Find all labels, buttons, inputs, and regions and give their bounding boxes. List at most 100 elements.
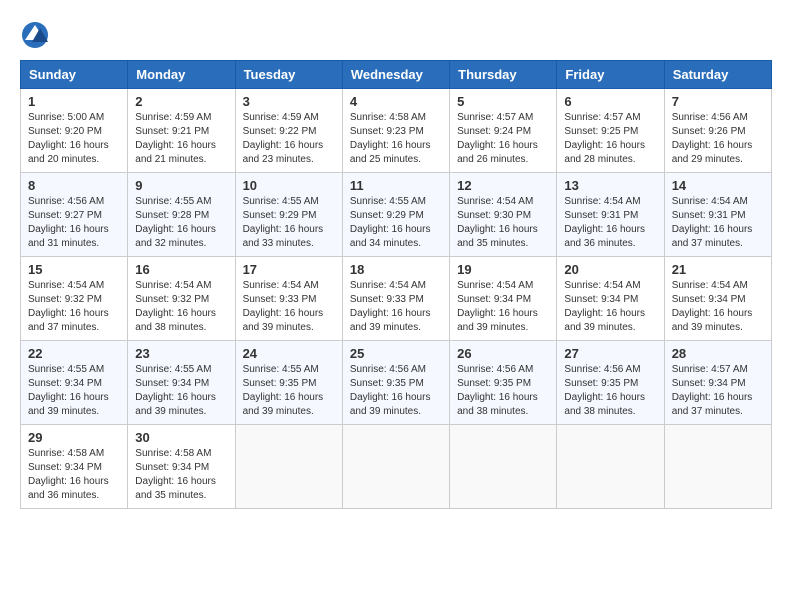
day-number: 10: [243, 178, 335, 193]
calendar-empty-cell: [664, 425, 771, 509]
day-info: Sunrise: 4:55 AM Sunset: 9:28 PM Dayligh…: [135, 195, 227, 251]
day-number: 17: [243, 262, 335, 277]
calendar-empty-cell: [235, 425, 342, 509]
day-info: Sunrise: 4:54 AM Sunset: 9:34 PM Dayligh…: [564, 279, 656, 335]
header-sunday: Sunday: [21, 61, 128, 89]
day-number: 21: [672, 262, 764, 277]
calendar-day-cell: 13 Sunrise: 4:54 AM Sunset: 9:31 PM Dayli…: [557, 173, 664, 257]
day-number: 8: [28, 178, 120, 193]
day-number: 6: [564, 94, 656, 109]
day-number: 19: [457, 262, 549, 277]
day-number: 2: [135, 94, 227, 109]
day-number: 15: [28, 262, 120, 277]
day-info: Sunrise: 4:54 AM Sunset: 9:33 PM Dayligh…: [350, 279, 442, 335]
day-info: Sunrise: 4:58 AM Sunset: 9:34 PM Dayligh…: [135, 447, 227, 503]
header-thursday: Thursday: [450, 61, 557, 89]
day-number: 22: [28, 346, 120, 361]
day-number: 5: [457, 94, 549, 109]
day-info: Sunrise: 4:54 AM Sunset: 9:31 PM Dayligh…: [564, 195, 656, 251]
day-info: Sunrise: 4:59 AM Sunset: 9:22 PM Dayligh…: [243, 111, 335, 167]
header-wednesday: Wednesday: [342, 61, 449, 89]
day-info: Sunrise: 4:55 AM Sunset: 9:34 PM Dayligh…: [28, 363, 120, 419]
day-number: 27: [564, 346, 656, 361]
day-number: 12: [457, 178, 549, 193]
calendar-day-cell: 29 Sunrise: 4:58 AM Sunset: 9:34 PM Dayli…: [21, 425, 128, 509]
day-number: 9: [135, 178, 227, 193]
day-number: 1: [28, 94, 120, 109]
calendar-day-cell: 1 Sunrise: 5:00 AM Sunset: 9:20 PM Daylig…: [21, 89, 128, 173]
day-info: Sunrise: 4:54 AM Sunset: 9:34 PM Dayligh…: [672, 279, 764, 335]
calendar-week-row: 29 Sunrise: 4:58 AM Sunset: 9:34 PM Dayli…: [21, 425, 772, 509]
day-number: 13: [564, 178, 656, 193]
day-info: Sunrise: 4:55 AM Sunset: 9:34 PM Dayligh…: [135, 363, 227, 419]
day-number: 11: [350, 178, 442, 193]
calendar-week-row: 8 Sunrise: 4:56 AM Sunset: 9:27 PM Daylig…: [21, 173, 772, 257]
day-number: 7: [672, 94, 764, 109]
calendar-day-cell: 14Sunrise: 4:54 AM Sunset: 9:31 PM Dayli…: [664, 173, 771, 257]
calendar-day-cell: 10 Sunrise: 4:55 AM Sunset: 9:29 PM Dayli…: [235, 173, 342, 257]
day-info: Sunrise: 4:55 AM Sunset: 9:35 PM Dayligh…: [243, 363, 335, 419]
day-info: Sunrise: 4:59 AM Sunset: 9:21 PM Dayligh…: [135, 111, 227, 167]
day-info: Sunrise: 4:55 AM Sunset: 9:29 PM Dayligh…: [243, 195, 335, 251]
day-info: Sunrise: 4:57 AM Sunset: 9:25 PM Dayligh…: [564, 111, 656, 167]
day-number: 30: [135, 430, 227, 445]
calendar-empty-cell: [557, 425, 664, 509]
day-info: Sunrise: 4:54 AM Sunset: 9:32 PM Dayligh…: [28, 279, 120, 335]
calendar-week-row: 15 Sunrise: 4:54 AM Sunset: 9:32 PM Dayli…: [21, 257, 772, 341]
calendar-day-cell: 4 Sunrise: 4:58 AM Sunset: 9:23 PM Daylig…: [342, 89, 449, 173]
calendar-day-cell: 19 Sunrise: 4:54 AM Sunset: 9:34 PM Dayli…: [450, 257, 557, 341]
day-number: 26: [457, 346, 549, 361]
page-header: [20, 20, 772, 50]
day-info: Sunrise: 4:56 AM Sunset: 9:27 PM Dayligh…: [28, 195, 120, 251]
calendar-empty-cell: [450, 425, 557, 509]
day-number: 24: [243, 346, 335, 361]
day-info: Sunrise: 4:57 AM Sunset: 9:24 PM Dayligh…: [457, 111, 549, 167]
day-info: Sunrise: 4:56 AM Sunset: 9:35 PM Dayligh…: [564, 363, 656, 419]
calendar-day-cell: 20Sunrise: 4:54 AM Sunset: 9:34 PM Dayli…: [557, 257, 664, 341]
day-number: 23: [135, 346, 227, 361]
calendar-day-cell: 27 Sunrise: 4:56 AM Sunset: 9:35 PM Dayli…: [557, 341, 664, 425]
logo-icon: [20, 20, 50, 50]
calendar-day-cell: 2 Sunrise: 4:59 AM Sunset: 9:21 PM Daylig…: [128, 89, 235, 173]
header-monday: Monday: [128, 61, 235, 89]
day-number: 29: [28, 430, 120, 445]
calendar-day-cell: 9 Sunrise: 4:55 AM Sunset: 9:28 PM Daylig…: [128, 173, 235, 257]
day-info: Sunrise: 4:54 AM Sunset: 9:34 PM Dayligh…: [457, 279, 549, 335]
day-number: 4: [350, 94, 442, 109]
calendar-day-cell: 5 Sunrise: 4:57 AM Sunset: 9:24 PM Daylig…: [450, 89, 557, 173]
header-saturday: Saturday: [664, 61, 771, 89]
calendar-empty-cell: [342, 425, 449, 509]
day-info: Sunrise: 4:58 AM Sunset: 9:23 PM Dayligh…: [350, 111, 442, 167]
calendar-day-cell: 28Sunrise: 4:57 AM Sunset: 9:34 PM Dayli…: [664, 341, 771, 425]
day-number: 18: [350, 262, 442, 277]
calendar-day-cell: 25 Sunrise: 4:56 AM Sunset: 9:35 PM Dayli…: [342, 341, 449, 425]
calendar-day-cell: 24 Sunrise: 4:55 AM Sunset: 9:35 PM Dayli…: [235, 341, 342, 425]
calendar-day-cell: 30 Sunrise: 4:58 AM Sunset: 9:34 PM Dayli…: [128, 425, 235, 509]
day-info: Sunrise: 4:56 AM Sunset: 9:26 PM Dayligh…: [672, 111, 764, 167]
logo: [20, 20, 54, 50]
day-info: Sunrise: 4:57 AM Sunset: 9:34 PM Dayligh…: [672, 363, 764, 419]
calendar-header-row: SundayMondayTuesdayWednesdayThursdayFrid…: [21, 61, 772, 89]
calendar-week-row: 22 Sunrise: 4:55 AM Sunset: 9:34 PM Dayli…: [21, 341, 772, 425]
calendar-table: SundayMondayTuesdayWednesdayThursdayFrid…: [20, 60, 772, 509]
calendar-day-cell: 6 Sunrise: 4:57 AM Sunset: 9:25 PM Daylig…: [557, 89, 664, 173]
day-number: 25: [350, 346, 442, 361]
day-info: Sunrise: 4:54 AM Sunset: 9:33 PM Dayligh…: [243, 279, 335, 335]
calendar-day-cell: 11Sunrise: 4:55 AM Sunset: 9:29 PM Dayli…: [342, 173, 449, 257]
day-number: 16: [135, 262, 227, 277]
calendar-day-cell: 26 Sunrise: 4:56 AM Sunset: 9:35 PM Dayli…: [450, 341, 557, 425]
calendar-day-cell: 8 Sunrise: 4:56 AM Sunset: 9:27 PM Daylig…: [21, 173, 128, 257]
day-info: Sunrise: 4:56 AM Sunset: 9:35 PM Dayligh…: [350, 363, 442, 419]
header-tuesday: Tuesday: [235, 61, 342, 89]
day-info: Sunrise: 5:00 AM Sunset: 9:20 PM Dayligh…: [28, 111, 120, 167]
calendar-day-cell: 12Sunrise: 4:54 AM Sunset: 9:30 PM Dayli…: [450, 173, 557, 257]
calendar-day-cell: 22 Sunrise: 4:55 AM Sunset: 9:34 PM Dayli…: [21, 341, 128, 425]
day-info: Sunrise: 4:56 AM Sunset: 9:35 PM Dayligh…: [457, 363, 549, 419]
calendar-day-cell: 18 Sunrise: 4:54 AM Sunset: 9:33 PM Dayli…: [342, 257, 449, 341]
calendar-day-cell: 17 Sunrise: 4:54 AM Sunset: 9:33 PM Dayli…: [235, 257, 342, 341]
day-info: Sunrise: 4:54 AM Sunset: 9:32 PM Dayligh…: [135, 279, 227, 335]
day-number: 14: [672, 178, 764, 193]
day-number: 3: [243, 94, 335, 109]
calendar-day-cell: 15 Sunrise: 4:54 AM Sunset: 9:32 PM Dayli…: [21, 257, 128, 341]
day-info: Sunrise: 4:58 AM Sunset: 9:34 PM Dayligh…: [28, 447, 120, 503]
